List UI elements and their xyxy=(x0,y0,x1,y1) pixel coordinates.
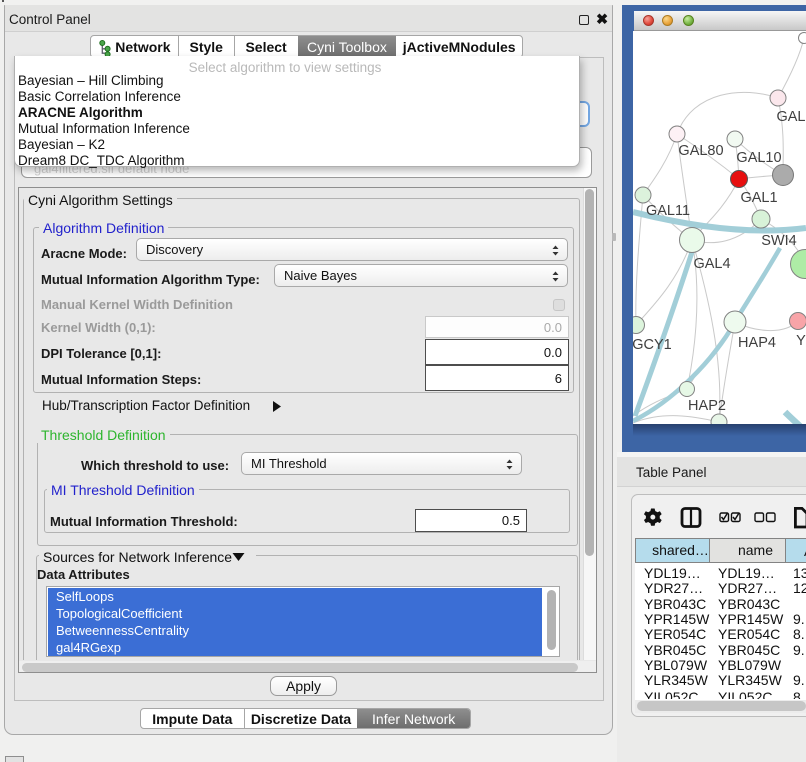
svg-text:GAL4: GAL4 xyxy=(693,256,730,272)
svg-text:GAL7: GAL7 xyxy=(776,109,806,125)
svg-text:SWI4: SWI4 xyxy=(761,233,796,249)
svg-text:GAL11: GAL11 xyxy=(646,203,690,219)
svg-text:GCY1: GCY1 xyxy=(633,337,672,353)
svg-text:GAL80: GAL80 xyxy=(678,143,723,159)
svg-text:Y: Y xyxy=(796,333,806,349)
svg-text:GAL1: GAL1 xyxy=(740,190,777,206)
svg-text:HAP4: HAP4 xyxy=(738,335,776,351)
svg-text:GAL10: GAL10 xyxy=(736,150,781,166)
svg-text:HAP2: HAP2 xyxy=(688,398,726,414)
